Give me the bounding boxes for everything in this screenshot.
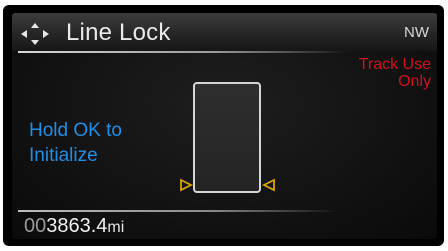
right-pointing-triangle-icon	[180, 178, 193, 192]
tire-graphic	[193, 82, 261, 193]
warning-line-1: Track Use	[358, 56, 431, 73]
odometer-readout: 003863.4mi	[24, 214, 124, 239]
left-pointing-triangle-icon	[262, 178, 275, 192]
four-way-arrows-icon	[21, 23, 49, 45]
cluster-screen: Line Lock NW Track Use Only Hold OK to I…	[12, 13, 437, 239]
track-use-warning: Track Use Only	[321, 56, 431, 90]
initialize-prompt: Hold OK to Initialize	[29, 118, 179, 168]
compass-heading: NW	[404, 24, 429, 41]
prompt-line-1: Hold OK to	[29, 120, 122, 141]
warning-line-2: Only	[398, 73, 431, 90]
odometer-leading-zeros: 00	[24, 215, 47, 237]
odometer-unit: mi	[107, 219, 125, 236]
header-divider	[18, 51, 348, 53]
footer-divider	[18, 210, 338, 212]
prompt-line-2: Initialize	[29, 145, 98, 166]
page-title: Line Lock	[66, 19, 171, 46]
odometer-value: 3863.4	[46, 215, 108, 237]
